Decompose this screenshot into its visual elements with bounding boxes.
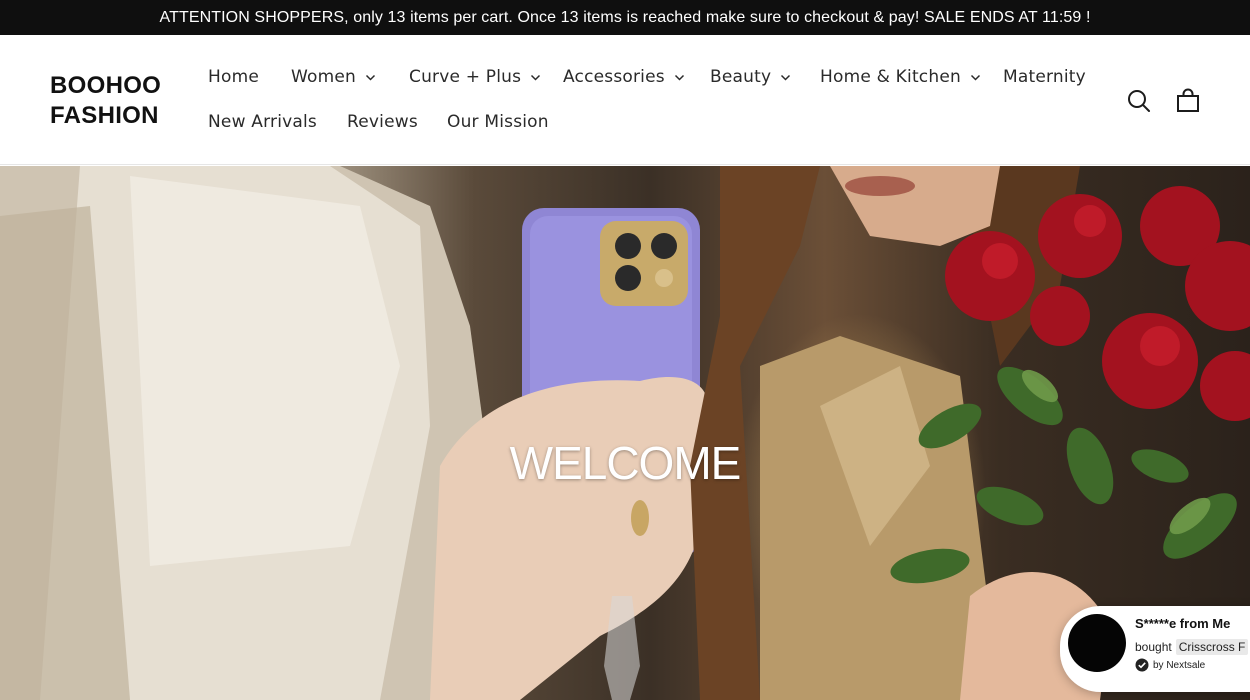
nav-label: Accessories <box>563 67 665 87</box>
nav-label: Reviews <box>347 112 418 132</box>
verified-check-icon <box>1135 658 1149 672</box>
hero-heading: WELCOME <box>509 437 742 489</box>
chevron-down-icon <box>780 72 791 83</box>
nav-item-curve-plus[interactable]: Curve + Plus <box>409 67 541 87</box>
nav-label: Women <box>291 67 357 87</box>
nav-item-accessories[interactable]: Accessories <box>563 67 685 87</box>
nav-label: Curve + Plus <box>409 67 522 87</box>
chevron-down-icon <box>365 72 376 83</box>
nav-label: New Arrivals <box>208 112 317 132</box>
site-logo[interactable]: BOOHOO FASHION <box>50 71 161 131</box>
nav-item-new-arrivals[interactable]: New Arrivals <box>208 112 317 132</box>
nav-item-beauty[interactable]: Beauty <box>710 67 791 87</box>
nav-item-women[interactable]: Women <box>291 67 376 87</box>
announcement-text: ATTENTION SHOPPERS, only 13 items per ca… <box>159 8 1091 26</box>
announcement-bar: ATTENTION SHOPPERS, only 13 items per ca… <box>0 0 1250 35</box>
product-thumbnail <box>1068 614 1126 672</box>
nav-item-home[interactable]: Home <box>208 67 259 87</box>
chevron-down-icon <box>970 72 981 83</box>
logo-line-1: BOOHOO <box>50 72 162 99</box>
chevron-down-icon <box>674 72 685 83</box>
nav-label: Home & Kitchen <box>820 67 961 87</box>
search-icon[interactable] <box>1125 87 1153 115</box>
product-name[interactable]: Crisscross F <box>1175 639 1249 655</box>
sales-notification-popup[interactable]: S*****e from Me bought Crisscross F by N… <box>1060 606 1250 692</box>
hero-banner[interactable]: WELCOME <box>0 166 1250 700</box>
powered-by-badge[interactable]: by Nextsale <box>1135 658 1205 672</box>
nav-item-reviews[interactable]: Reviews <box>347 112 418 132</box>
site-header: BOOHOO FASHION Home Women Curve + Plus A… <box>0 35 1250 165</box>
chevron-down-icon <box>530 72 541 83</box>
nav-label: Maternity <box>1003 67 1086 87</box>
nav-item-our-mission[interactable]: Our Mission <box>447 112 549 132</box>
nav-item-home-kitchen[interactable]: Home & Kitchen <box>820 67 981 87</box>
bought-label: bought <box>1135 640 1172 654</box>
nav-label: Beauty <box>710 67 772 87</box>
nav-label: Our Mission <box>447 112 549 132</box>
nav-label: Home <box>208 67 260 87</box>
cart-icon[interactable] <box>1174 87 1202 115</box>
hero-image <box>0 166 1250 700</box>
badge-text: by Nextsale <box>1153 659 1206 671</box>
nav-item-maternity[interactable]: Maternity <box>1003 67 1086 87</box>
notification-purchase-line: bought Crisscross F <box>1135 639 1249 655</box>
logo-line-2: FASHION <box>50 102 159 129</box>
notification-title: S*****e from Me <box>1135 616 1231 631</box>
